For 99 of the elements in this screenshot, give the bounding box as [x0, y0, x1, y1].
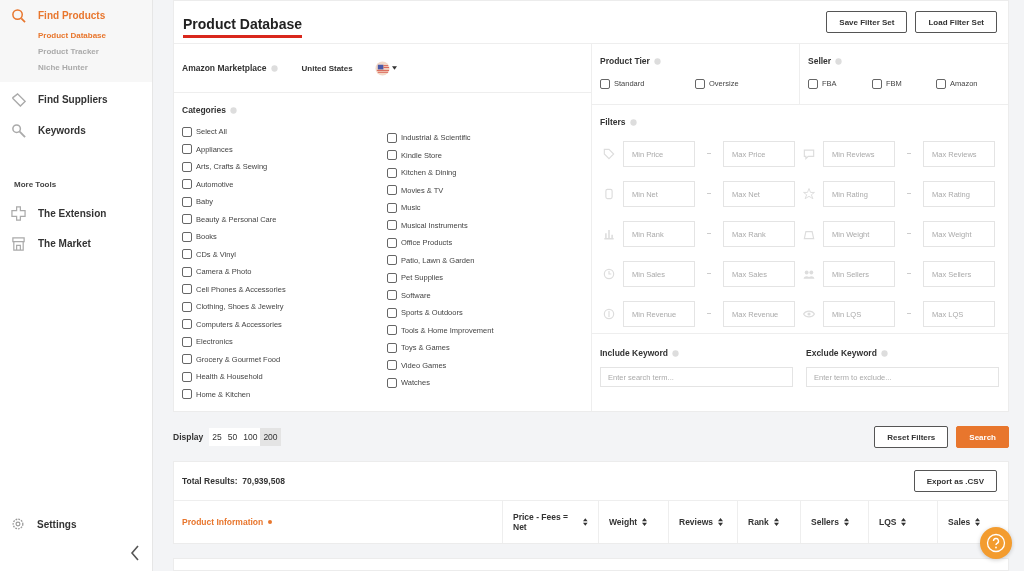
checkbox[interactable] — [182, 231, 192, 242]
checkbox[interactable] — [808, 78, 818, 89]
checkbox[interactable] — [387, 325, 397, 336]
range-dash-icon — [907, 273, 911, 275]
caret-icon[interactable] — [391, 66, 397, 70]
section-label: Product Tier — [600, 56, 650, 66]
settings-icon — [11, 517, 25, 531]
range-dash-icon — [707, 153, 711, 155]
checkbox[interactable] — [387, 360, 397, 371]
checkbox[interactable] — [182, 214, 192, 225]
range-dash-icon — [907, 233, 911, 235]
checkbox[interactable] — [182, 354, 192, 365]
checkbox[interactable] — [387, 167, 397, 178]
filter-set-button[interactable]: Save Filter Set — [826, 11, 908, 33]
info-icon — [835, 57, 843, 65]
sidebar-item[interactable]: Settings — [37, 518, 77, 530]
sort-icon — [901, 518, 907, 526]
checkbox[interactable] — [695, 78, 705, 89]
section-label: Categories — [182, 105, 226, 115]
checkbox[interactable] — [387, 307, 397, 318]
chevron-left-icon[interactable] — [130, 545, 140, 561]
range-dash-icon — [707, 233, 711, 235]
filter-set-button[interactable]: Load Filter Set — [915, 11, 997, 33]
range-dash-icon — [907, 153, 911, 155]
range-dash-icon — [907, 193, 911, 195]
checkbox[interactable] — [872, 78, 882, 89]
checkbox[interactable] — [387, 272, 397, 283]
puzzle-icon — [11, 206, 26, 221]
field-label: Amazon Marketplace — [182, 63, 267, 73]
section-label: Seller — [808, 56, 832, 66]
clock-icon — [602, 267, 616, 281]
info-icon — [880, 349, 888, 357]
field-label: Include Keyword — [600, 348, 668, 358]
checkbox[interactable] — [182, 389, 192, 400]
sort-icon — [773, 518, 779, 526]
display-label: Display — [173, 432, 204, 442]
checkbox[interactable] — [387, 237, 397, 248]
field-label: Exclude Keyword — [806, 348, 877, 358]
checkbox[interactable] — [182, 301, 192, 312]
checkbox[interactable] — [182, 266, 192, 277]
sort-icon — [843, 518, 849, 526]
eye-icon — [802, 307, 816, 321]
sort-icon — [975, 518, 981, 526]
checkbox[interactable] — [182, 126, 192, 137]
info-icon — [270, 64, 278, 72]
range-dash-icon — [707, 193, 711, 195]
reset-button[interactable]: Reset Filters — [874, 426, 949, 448]
page-size-option[interactable]: 100 — [240, 428, 261, 446]
checkbox[interactable] — [387, 290, 397, 301]
star-icon — [802, 187, 816, 201]
section-label: More Tools — [13, 179, 58, 191]
checkbox[interactable] — [182, 284, 192, 295]
sort-icon — [642, 518, 648, 526]
total-results: Total Results: 70,939,508 — [182, 476, 285, 486]
checkbox[interactable] — [387, 185, 397, 196]
checkbox[interactable] — [182, 144, 192, 155]
search-icon — [11, 8, 26, 23]
checkbox[interactable] — [387, 132, 397, 143]
page-size-option[interactable]: 200 — [260, 428, 281, 446]
checkbox[interactable] — [387, 220, 397, 231]
range-dash-icon — [907, 313, 911, 315]
bar-chart-icon — [602, 227, 616, 241]
checkbox[interactable] — [936, 78, 946, 89]
checkbox[interactable] — [182, 336, 192, 347]
info-icon — [229, 106, 237, 114]
range-dash-icon — [707, 273, 711, 275]
checkbox[interactable] — [387, 202, 397, 213]
sidebar-item[interactable]: The Extension — [38, 208, 107, 219]
info-icon — [629, 118, 637, 126]
checkbox[interactable] — [182, 196, 192, 207]
export-button[interactable]: Export as .CSV — [913, 470, 997, 492]
marketplace-value: United States — [301, 63, 353, 73]
flag-icon[interactable] — [374, 60, 390, 76]
page-size-option[interactable]: 25 — [209, 428, 225, 446]
checkbox[interactable] — [387, 255, 397, 266]
sort-icon — [583, 518, 588, 526]
checkbox[interactable] — [387, 377, 397, 388]
checkbox[interactable] — [182, 319, 192, 330]
section-label: Filters — [600, 117, 626, 127]
store-icon — [11, 236, 26, 251]
info-icon — [672, 349, 679, 357]
info-icon — [653, 57, 661, 65]
checkbox[interactable] — [387, 150, 397, 161]
sidebar-item[interactable]: The Market — [38, 238, 91, 249]
page-title: Product Database — [183, 12, 303, 38]
checkbox[interactable] — [387, 342, 397, 353]
jar-icon — [602, 187, 616, 201]
sort-icon — [718, 518, 724, 526]
sidebar-item[interactable]: Keywords — [38, 125, 86, 136]
sort-indicator-icon — [268, 520, 273, 524]
checkbox[interactable] — [182, 161, 192, 172]
chat-icon — [802, 147, 816, 161]
help-icon — [986, 533, 1006, 553]
checkbox[interactable] — [182, 179, 192, 190]
range-dash-icon — [707, 313, 711, 315]
sidebar-item[interactable]: Find Suppliers — [38, 94, 108, 105]
checkbox[interactable] — [182, 249, 192, 260]
checkbox[interactable] — [182, 371, 192, 382]
checkbox[interactable] — [600, 78, 610, 89]
